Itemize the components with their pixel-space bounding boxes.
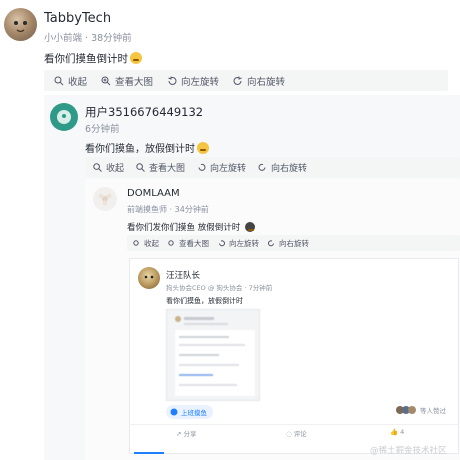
rotate-right-icon <box>268 239 274 246</box>
rotate-left-icon <box>168 76 177 85</box>
view-large-label: 查看大图 <box>115 76 154 88</box>
nested-placeholder-panel <box>175 330 255 396</box>
post-content: 看你们摸鱼倒计时 <box>44 51 142 66</box>
rotate-left-label: 向左旋转 <box>210 163 247 174</box>
nested-placeholder-line <box>179 364 239 366</box>
nested-placeholder-line <box>179 336 229 338</box>
view-large-button[interactable]: 查看大图 <box>168 238 209 249</box>
rotate-right-button[interactable]: 向右旋转 <box>258 161 307 174</box>
quote1-author[interactable]: 用户3516676449132 <box>85 104 203 120</box>
image-toolbar: 收起 查看大图 向左旋转 向右旋转 <box>127 235 460 251</box>
like-icon: 👍 <box>390 428 401 436</box>
comment-button[interactable]: ◌ 评论 <box>286 428 307 438</box>
quote3-time: 7分钟前 <box>248 284 273 292</box>
search-icon <box>93 162 102 172</box>
post-content-text: 看你们摸鱼倒计时 <box>44 53 128 65</box>
user-avatar-icon <box>57 110 71 124</box>
zoom-in-icon <box>101 76 111 85</box>
view-large-button[interactable]: 查看大图 <box>136 161 185 174</box>
post-time: 38分钟前 <box>91 33 132 44</box>
like-count: 4 <box>400 428 405 436</box>
image-toolbar: 收起 查看大图 向左旋转 向右旋转 <box>85 157 460 177</box>
author-name[interactable]: TabbyTech <box>44 11 111 26</box>
rotate-right-icon <box>258 163 266 171</box>
nested-screenshot[interactable] <box>166 309 260 401</box>
rotate-left-icon <box>198 163 206 171</box>
search-icon <box>54 76 64 85</box>
rotate-left-button[interactable]: 向左旋转 <box>167 74 219 88</box>
author-role: 小小前端 <box>44 33 83 44</box>
collapse-label: 收起 <box>144 238 159 248</box>
dog-avatar-icon <box>144 275 154 279</box>
author-meta: 小小前端 · 38分钟前 <box>44 30 132 44</box>
nested-placeholder-line <box>179 384 237 386</box>
nested-placeholder-line <box>184 317 214 320</box>
quote2-role: 前端摸鱼师 <box>127 205 167 214</box>
quote1-time: 6分钟前 <box>85 124 120 135</box>
view-large-button[interactable]: 查看大图 <box>101 74 153 88</box>
search-icon <box>133 239 139 246</box>
quote1-content: 看你们摸鱼，放假倒计时 <box>85 140 209 155</box>
quote2-author[interactable]: DOMLAAM <box>127 188 180 199</box>
zoom-in-icon <box>168 239 174 246</box>
rotate-right-button[interactable]: 向右旋转 <box>268 238 309 249</box>
avatar[interactable] <box>4 8 37 41</box>
collapse-button[interactable]: 收起 <box>133 238 159 249</box>
smirk-emoji-icon <box>130 52 142 64</box>
rotate-right-button[interactable]: 向右旋转 <box>233 74 285 88</box>
rotate-left-label: 向左旋转 <box>181 76 220 88</box>
quote2-time: 34分钟前 <box>174 205 209 214</box>
quote1-content-text: 看你们摸鱼，放假倒计时 <box>85 144 195 155</box>
quote2-meta: 前端摸鱼师 · 34分钟前 <box>127 204 209 215</box>
nested-placeholder-line <box>179 354 219 356</box>
quote3-author[interactable]: 汪汪队长 <box>166 269 200 281</box>
collapse-label: 收起 <box>106 163 125 174</box>
collapse-label: 收起 <box>68 76 88 88</box>
like-button[interactable]: 👍 4 <box>390 428 404 436</box>
topic-tag[interactable]: 上班摸鱼 <box>166 405 213 419</box>
rotate-right-icon <box>233 76 242 85</box>
quote2-content-text: 看你们发你们摸鱼 放假倒计时 <box>127 223 241 233</box>
view-large-label: 查看大图 <box>149 163 186 174</box>
collapse-button[interactable]: 收起 <box>93 161 124 174</box>
rotate-right-label: 向右旋转 <box>279 238 309 248</box>
share-label: 分享 <box>183 430 197 438</box>
cat-emoji-icon <box>244 222 255 232</box>
quote3-role: 狗头协会CEO @ 狗头协会 <box>166 284 243 292</box>
quote3-content: 看你们摸鱼，放假倒计时 <box>166 297 243 305</box>
topic-tag-label: 上班摸鱼 <box>181 409 207 417</box>
nested-placeholder-line <box>184 323 228 325</box>
share-icon: ↗ <box>176 430 184 438</box>
quote2-content: 看你们发你们摸鱼 放假倒计时 <box>127 221 255 233</box>
rotate-left-button[interactable]: 向左旋转 <box>197 161 246 174</box>
avatar[interactable] <box>93 187 117 211</box>
flower-avatar-icon <box>98 193 112 206</box>
comment-icon: ◌ <box>286 430 294 438</box>
nested-placeholder-line <box>179 374 213 376</box>
avatar[interactable] <box>138 267 160 289</box>
rotate-left-label: 向左旋转 <box>229 238 259 248</box>
avatar[interactable] <box>50 103 78 131</box>
cat-avatar-icon <box>14 21 27 33</box>
quote3-meta: 狗头协会CEO @ 狗头协会 · 7分钟前 <box>166 282 272 292</box>
comment-label: 评论 <box>293 430 307 438</box>
image-toolbar: 收起 查看大图 向左旋转 向右旋转 <box>44 70 448 91</box>
liker-avatar <box>408 406 416 414</box>
smirk-emoji-icon <box>197 142 209 154</box>
watermark: @稀土掘金技术社区 <box>370 446 447 456</box>
zoom-in-icon <box>136 162 145 172</box>
collapse-button[interactable]: 收起 <box>54 74 87 88</box>
nested-placeholder-line <box>175 316 181 322</box>
active-tab-indicator <box>134 452 164 454</box>
rotate-right-label: 向右旋转 <box>271 163 308 174</box>
share-button[interactable]: ↗ 分享 <box>176 428 197 438</box>
topic-icon <box>170 408 178 416</box>
rotate-left-icon <box>219 239 225 246</box>
rotate-left-button[interactable]: 向左旋转 <box>218 238 259 249</box>
nested-placeholder-line <box>179 344 245 346</box>
view-large-label: 查看大图 <box>179 238 209 248</box>
rotate-right-label: 向右旋转 <box>247 76 286 88</box>
liked-by[interactable]: 等人赞过 <box>396 405 446 415</box>
liked-by-label: 等人赞过 <box>420 407 446 415</box>
